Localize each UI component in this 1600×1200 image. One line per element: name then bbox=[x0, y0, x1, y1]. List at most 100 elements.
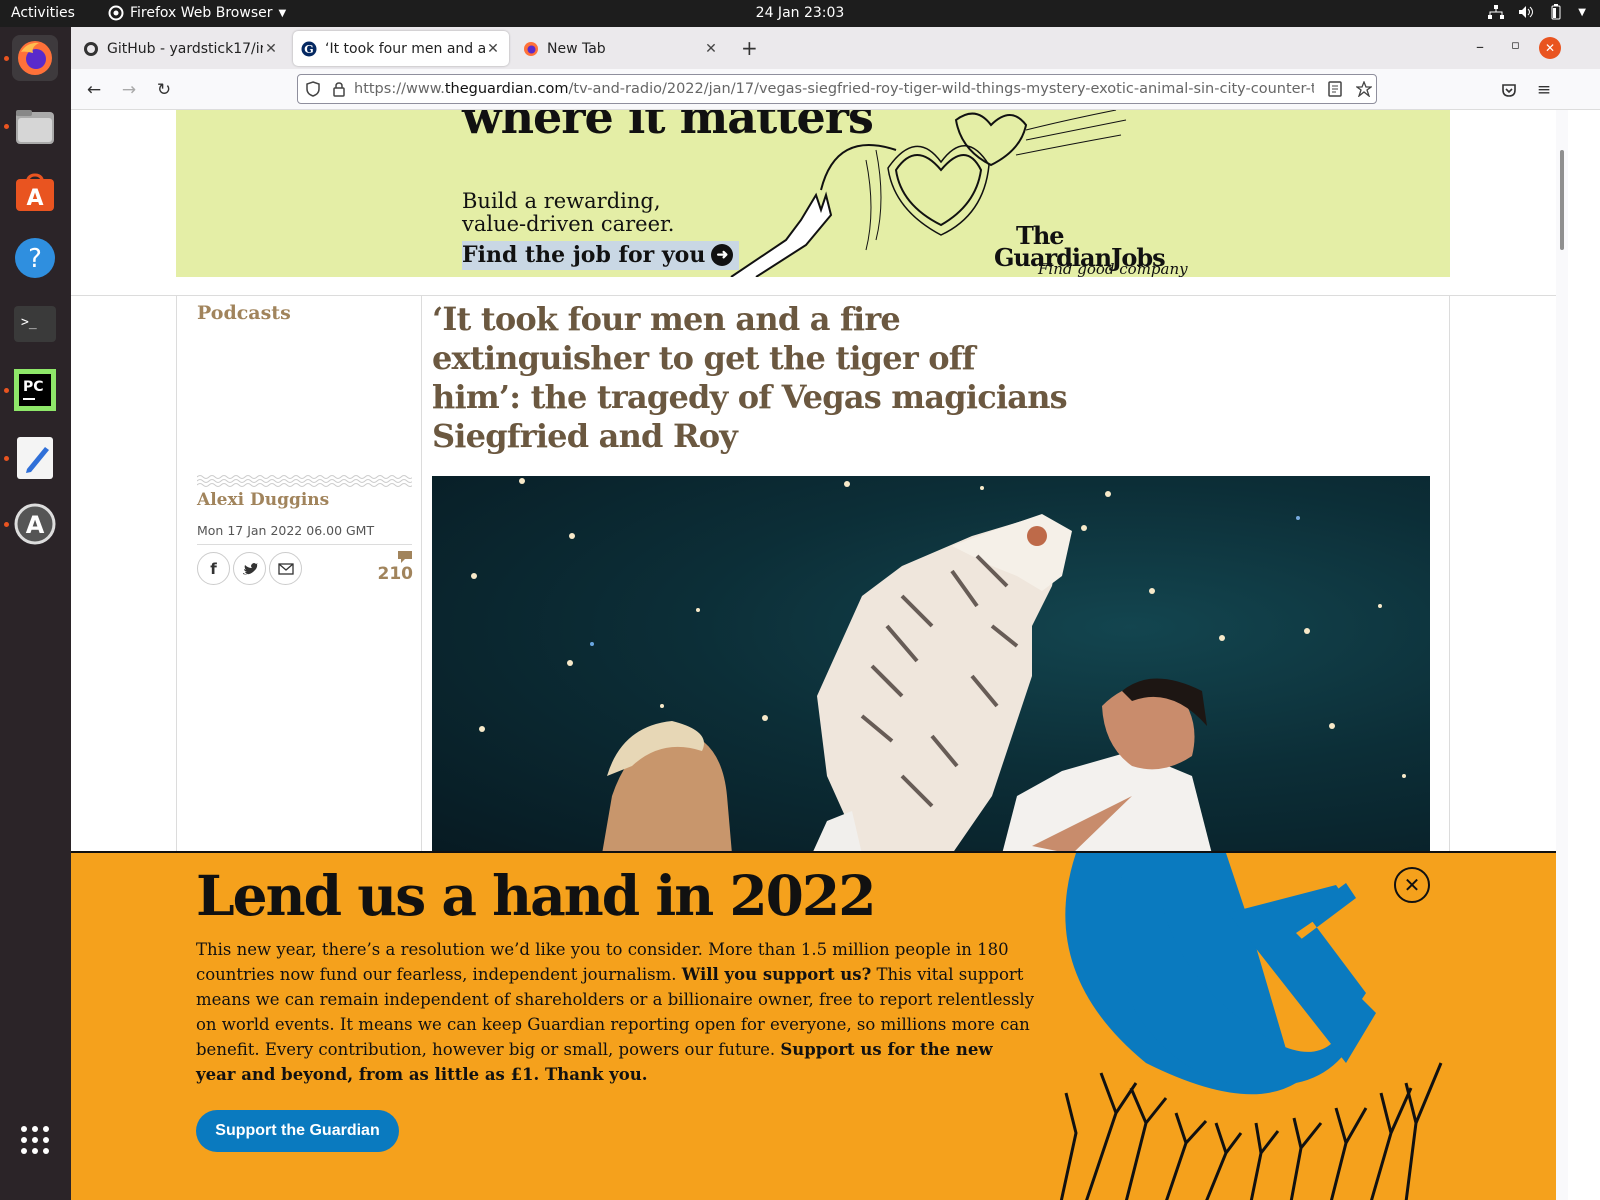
maximize-icon[interactable]: ▫ bbox=[1511, 38, 1520, 53]
guardian-jobs-ad[interactable]: where it matters Build a rewarding, valu… bbox=[176, 110, 1450, 277]
firefox-small-icon bbox=[524, 41, 538, 56]
dock-terminal[interactable]: >_ bbox=[12, 301, 58, 347]
terminal-icon: >_ bbox=[14, 306, 56, 342]
section-link-podcasts[interactable]: Podcasts bbox=[197, 302, 291, 324]
divider bbox=[197, 544, 412, 545]
publish-date: Mon 17 Jan 2022 06.00 GMT bbox=[197, 523, 375, 538]
comment-count-link[interactable]: 210 bbox=[371, 550, 413, 584]
battery-icon bbox=[1551, 4, 1561, 20]
running-indicator bbox=[4, 522, 9, 527]
tiger-performers-image bbox=[471, 478, 1406, 854]
reader-view-icon[interactable] bbox=[1328, 81, 1342, 97]
dock-text-editor[interactable] bbox=[12, 435, 58, 481]
author-link[interactable]: Alexi Duggins bbox=[197, 490, 329, 510]
tab-title: New Tab bbox=[547, 40, 606, 57]
shield-icon bbox=[306, 81, 320, 97]
volume-icon bbox=[1519, 6, 1534, 18]
app-grid-icon bbox=[21, 1126, 49, 1154]
speech-bubble-icon bbox=[398, 551, 412, 563]
firefox-icon bbox=[18, 41, 52, 75]
article-photo[interactable] bbox=[432, 476, 1430, 854]
ad-tagline: Find good company bbox=[1038, 260, 1188, 277]
decorative-squiggle bbox=[197, 475, 412, 487]
url-bar[interactable]: https://www.theguardian.com/tv-and-radio… bbox=[297, 74, 1377, 104]
activities-button[interactable]: Activities bbox=[11, 5, 75, 21]
share-facebook-button[interactable]: f bbox=[197, 552, 230, 585]
tab-strip: GitHub - yardstick17/imag ✕ G ‘It took f… bbox=[71, 27, 1600, 69]
page-scrollbar[interactable] bbox=[1556, 110, 1568, 1200]
dock-pycharm[interactable]: PC bbox=[12, 367, 58, 413]
close-tab-icon[interactable]: ✕ bbox=[263, 41, 279, 57]
new-tab-icon[interactable]: + bbox=[741, 36, 758, 60]
chevron-down-icon: ▼ bbox=[1578, 6, 1586, 18]
text-editor-icon bbox=[17, 437, 53, 479]
guardian-favicon-icon: G bbox=[301, 41, 317, 56]
firefox-small-icon bbox=[108, 5, 124, 21]
share-twitter-button[interactable] bbox=[233, 552, 266, 585]
ad-cta-link[interactable]: Find the job for you ➜ bbox=[462, 241, 740, 270]
chevron-down-icon: ▼ bbox=[278, 7, 287, 19]
tab-github[interactable]: GitHub - yardstick17/imag ✕ bbox=[75, 31, 287, 66]
network-icon bbox=[1488, 5, 1505, 19]
clock[interactable]: 24 Jan 23:03 bbox=[756, 5, 845, 21]
dock-updater[interactable]: A bbox=[12, 501, 58, 547]
software-updater-icon: A bbox=[14, 503, 56, 545]
close-banner-icon[interactable]: ✕ bbox=[1394, 867, 1430, 903]
svg-text:G: G bbox=[304, 43, 313, 56]
running-indicator bbox=[4, 456, 9, 461]
pocket-icon[interactable] bbox=[1496, 77, 1522, 103]
article-headline: ‘It took four men and a fire extinguishe… bbox=[432, 300, 1068, 455]
web-page: where it matters Build a rewarding, valu… bbox=[71, 110, 1556, 1200]
banner-headline: Lend us a hand in 2022 bbox=[196, 863, 876, 928]
svg-text:>_: >_ bbox=[21, 315, 37, 330]
support-banner: Lend us a hand in 2022 This new year, th… bbox=[71, 851, 1556, 1200]
close-tab-icon[interactable]: ✕ bbox=[485, 41, 501, 57]
ad-subtext: Build a rewarding, value-driven career. bbox=[462, 189, 675, 236]
window-edge bbox=[1568, 110, 1600, 1200]
app-menu[interactable]: Firefox Web Browser ▼ bbox=[108, 5, 286, 21]
running-indicator bbox=[4, 124, 9, 129]
divider bbox=[71, 295, 1556, 296]
facebook-icon: f bbox=[210, 559, 217, 578]
dock-help[interactable]: ? bbox=[12, 235, 58, 281]
tab-new[interactable]: New Tab ✕ bbox=[515, 31, 727, 66]
forward-icon[interactable]: → bbox=[116, 77, 142, 103]
hamburger-menu-icon[interactable]: ≡ bbox=[1531, 77, 1557, 103]
dock-firefox[interactable] bbox=[12, 35, 58, 81]
twitter-icon bbox=[242, 562, 258, 574]
close-window-icon[interactable]: ✕ bbox=[1539, 37, 1561, 59]
support-the-guardian-button[interactable]: Support the Guardian bbox=[196, 1110, 399, 1152]
bookmark-star-icon[interactable] bbox=[1356, 81, 1372, 97]
minimize-icon[interactable]: – bbox=[1476, 37, 1484, 56]
svg-text:A: A bbox=[26, 186, 43, 211]
dock-files[interactable] bbox=[12, 103, 58, 149]
nav-bar: ← → ↻ https://www.theguardian.com/tv-and… bbox=[71, 69, 1600, 110]
pycharm-icon: PC bbox=[14, 369, 56, 411]
back-icon[interactable]: ← bbox=[81, 77, 107, 103]
github-icon bbox=[84, 41, 98, 56]
software-center-icon: A bbox=[16, 173, 54, 211]
url-text: https://www.theguardian.com/tv-and-radio… bbox=[354, 81, 1314, 97]
tab-title: ‘It took four men and a fir bbox=[325, 40, 485, 57]
svg-text:?: ? bbox=[28, 244, 42, 274]
running-indicator bbox=[4, 388, 9, 393]
dock: A ? >_ PC A bbox=[0, 27, 71, 1200]
tab-guardian[interactable]: G ‘It took four men and a fir ✕ bbox=[293, 31, 509, 66]
scrollbar-thumb[interactable] bbox=[1560, 150, 1564, 250]
show-applications-button[interactable] bbox=[12, 1117, 58, 1163]
svg-text:A: A bbox=[26, 511, 45, 539]
running-indicator bbox=[4, 56, 9, 61]
files-icon bbox=[16, 110, 54, 144]
help-icon: ? bbox=[15, 238, 55, 278]
share-email-button[interactable] bbox=[269, 552, 302, 585]
reload-icon[interactable]: ↻ bbox=[151, 77, 177, 103]
system-top-bar: Activities Firefox Web Browser ▼ 24 Jan … bbox=[0, 0, 1600, 27]
guardian-g-illustration bbox=[1059, 853, 1443, 1200]
dock-software[interactable]: A bbox=[12, 169, 58, 215]
banner-body-text: This new year, there’s a resolution we’d… bbox=[196, 940, 1035, 1084]
tab-title: GitHub - yardstick17/imag bbox=[107, 40, 263, 57]
system-tray[interactable]: ▼ bbox=[1488, 4, 1586, 20]
email-icon bbox=[277, 562, 294, 575]
close-tab-icon[interactable]: ✕ bbox=[703, 41, 719, 57]
lock-icon bbox=[333, 82, 345, 97]
